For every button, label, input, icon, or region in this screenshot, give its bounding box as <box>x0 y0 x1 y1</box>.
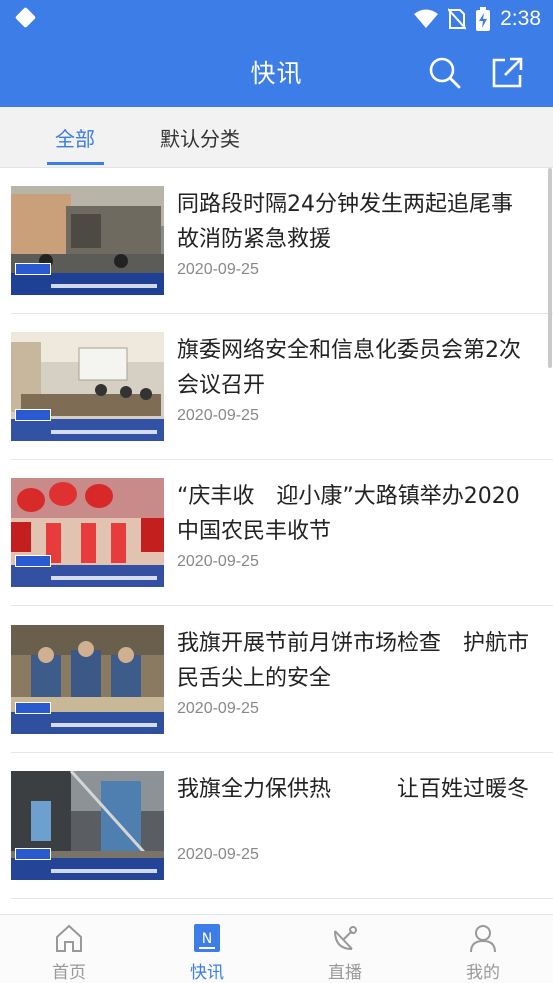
news-thumbnail <box>11 332 164 441</box>
divider <box>11 898 553 899</box>
news-item[interactable]: 同路段时隔24分钟发生两起追尾事故消防紧急救援 2020-09-25 <box>0 168 553 314</box>
active-tab-indicator <box>47 162 104 165</box>
news-item[interactable]: “庆丰收 迎小康”大路镇举办2020中国农民丰收节 2020-09-25 <box>0 460 553 606</box>
news-item[interactable]: 我旗开展节前月饼市场检查 护航市民舌尖上的安全 2020-09-25 <box>0 607 553 753</box>
bottom-nav: 首页 N 快讯 直播 我的 <box>0 914 553 983</box>
nav-live-label: 直播 <box>328 963 362 983</box>
nav-news-label: 快讯 <box>190 963 224 983</box>
battery-charging-icon <box>476 7 491 31</box>
nav-news[interactable]: N 快讯 <box>138 915 276 983</box>
nav-live[interactable]: 直播 <box>276 915 414 983</box>
news-date: 2020-09-25 <box>177 407 259 424</box>
news-thumbnail <box>11 478 164 587</box>
app-screen: 2:38 快讯 全部 默认分类 同路段时隔24分钟发生两起追尾事故消防紧急救援 … <box>0 0 553 983</box>
nav-mine-label: 我的 <box>466 963 500 983</box>
wifi-icon <box>414 9 439 28</box>
news-title: 同路段时隔24分钟发生两起追尾事故消防紧急救援 <box>177 192 513 252</box>
news-title: 我旗全力保供热 让百姓过暖冬 <box>177 777 530 802</box>
news-date: 2020-09-25 <box>177 846 259 863</box>
svg-text:N: N <box>202 931 212 947</box>
news-icon: N <box>194 924 220 952</box>
news-title: 我旗开展节前月饼市场检查 护航市民舌尖上的安全 <box>177 631 530 691</box>
news-item[interactable]: 我旗全力保供热 让百姓过暖冬 2020-09-25 <box>0 753 553 899</box>
news-date: 2020-09-25 <box>177 553 259 570</box>
news-date: 2020-09-25 <box>177 700 259 717</box>
share-icon <box>492 57 523 88</box>
nav-home-label: 首页 <box>52 963 86 983</box>
news-thumbnail <box>11 186 164 295</box>
news-title: 旗委网络安全和信息化委员会第2次会议召开 <box>177 338 521 398</box>
home-icon <box>56 924 82 952</box>
user-icon <box>470 925 496 953</box>
page-title: 快讯 <box>250 59 303 88</box>
news-list[interactable]: 同路段时隔24分钟发生两起追尾事故消防紧急救援 2020-09-25 旗委网络安… <box>0 168 553 914</box>
tab-default-category[interactable]: 默认分类 <box>160 123 240 152</box>
nav-mine[interactable]: 我的 <box>414 915 552 983</box>
search-icon <box>429 57 461 89</box>
tab-all[interactable]: 全部 <box>55 123 95 152</box>
notification-diamond-icon <box>14 6 37 29</box>
nav-home[interactable]: 首页 <box>0 915 138 983</box>
news-thumbnail <box>11 771 164 880</box>
news-thumbnail <box>11 625 164 734</box>
satellite-icon <box>334 926 357 950</box>
news-date: 2020-09-25 <box>177 261 259 278</box>
divider <box>11 605 553 606</box>
no-sim-icon <box>448 8 467 30</box>
status-time: 2:38 <box>500 7 541 30</box>
news-title: “庆丰收 迎小康”大路镇举办2020中国农民丰收节 <box>177 484 520 544</box>
share-button[interactable] <box>490 56 524 90</box>
category-tabs: 全部 默认分类 <box>0 107 553 168</box>
app-bar: 快讯 <box>0 36 553 107</box>
list-scrollbar[interactable] <box>548 168 552 368</box>
status-bar: 2:38 <box>0 0 553 36</box>
system-icons: 2:38 <box>404 6 541 32</box>
search-button[interactable] <box>428 56 462 90</box>
news-item[interactable]: 旗委网络安全和信息化委员会第2次会议召开 2020-09-25 <box>0 314 553 460</box>
